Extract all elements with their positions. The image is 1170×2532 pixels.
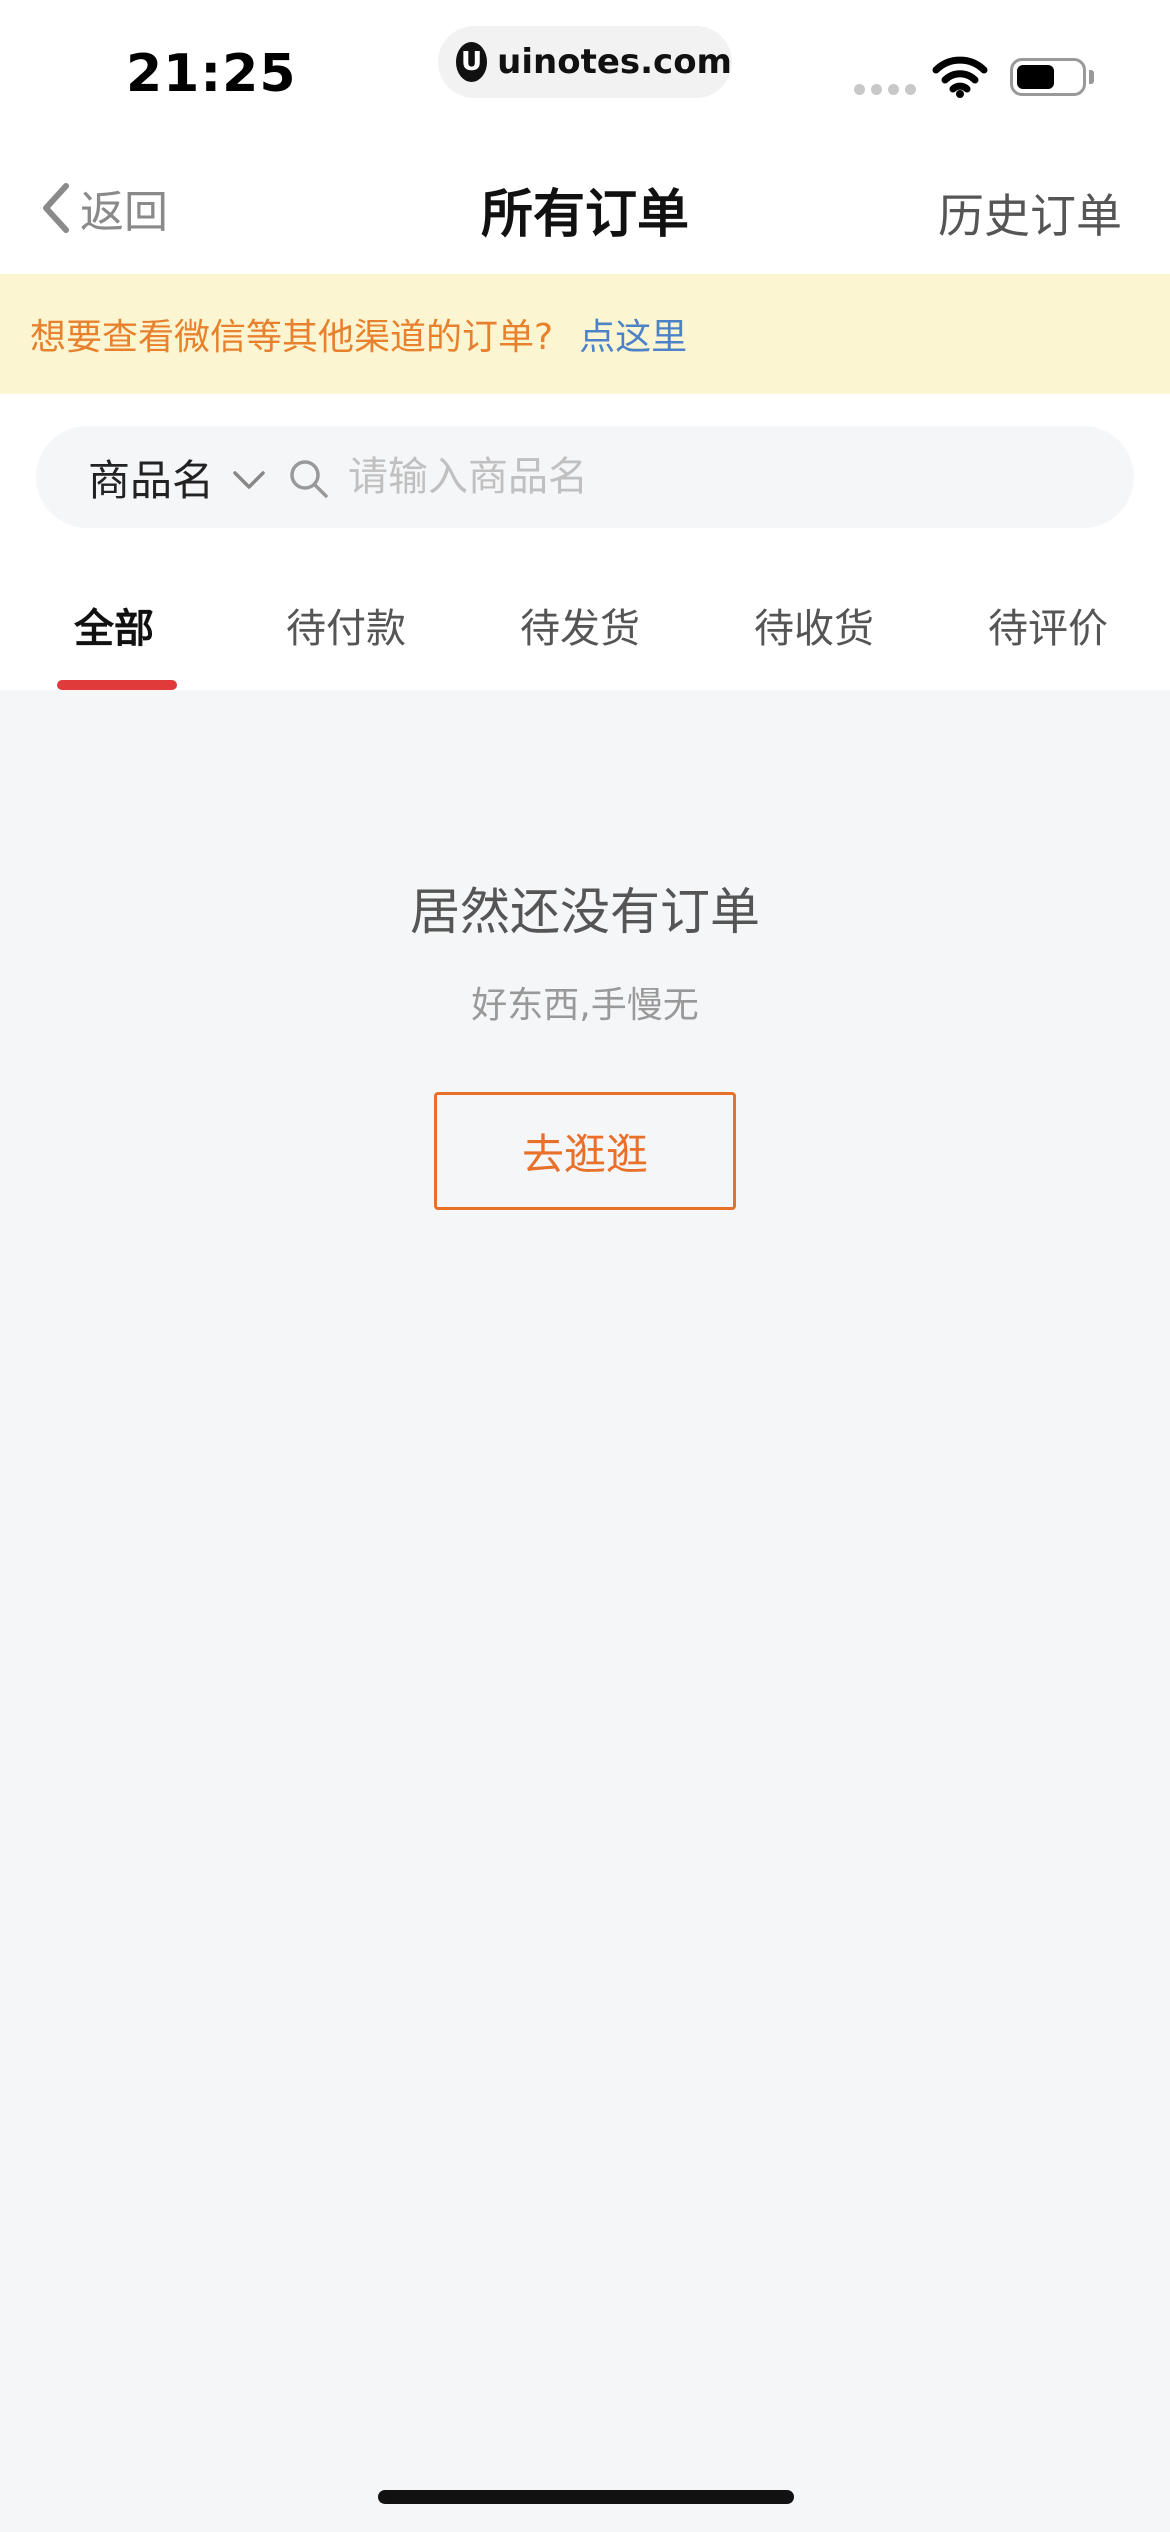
search-icon [290, 460, 328, 498]
search-area: 商品名 [0, 394, 1170, 544]
tab-pending-shipment[interactable]: 待发货 [520, 596, 640, 654]
url-pill[interactable]: U uinotes.com [438, 26, 732, 98]
battery-icon [1010, 58, 1086, 96]
status-time: 21:25 [126, 44, 297, 104]
battery-tip [1089, 70, 1094, 84]
order-status-tabs: 全部 待付款 待发货 待收货 待评价 [0, 544, 1170, 690]
cellular-signal-icon [854, 84, 916, 95]
home-indicator[interactable] [378, 2490, 794, 2504]
tab-pending-receipt[interactable]: 待收货 [754, 596, 874, 654]
search-box: 商品名 [36, 426, 1134, 528]
active-tab-indicator [57, 680, 177, 690]
orders-screen: 21:25 U uinotes.com 返回 所有订单 历史订单 想要查看微信等… [0, 0, 1170, 2532]
notice-link[interactable]: 点这里 [579, 308, 687, 360]
site-logo-icon: U [456, 42, 488, 82]
wifi-icon [932, 56, 988, 98]
notice-text: 想要查看微信等其他渠道的订单? [30, 317, 554, 358]
search-input[interactable] [348, 454, 1049, 500]
search-type-selector[interactable]: 商品名 [88, 447, 214, 508]
url-text: uinotes.com [497, 42, 732, 82]
tab-pending-review[interactable]: 待评价 [988, 596, 1108, 654]
go-browse-button[interactable]: 去逛逛 [434, 1092, 736, 1210]
empty-state-subtitle: 好东西,手慢无 [471, 985, 699, 1026]
tab-pending-payment[interactable]: 待付款 [286, 596, 406, 654]
history-orders-button[interactable]: 历史订单 [938, 180, 1122, 246]
other-channel-notice: 想要查看微信等其他渠道的订单? 点这里 [0, 274, 1170, 394]
nav-bar: 返回 所有订单 历史订单 [0, 140, 1170, 274]
tab-all[interactable]: 全部 [74, 596, 154, 654]
empty-state-title: 居然还没有订单 [410, 883, 760, 941]
status-bar: 21:25 U uinotes.com [0, 0, 1170, 140]
chevron-down-icon[interactable] [232, 469, 266, 491]
